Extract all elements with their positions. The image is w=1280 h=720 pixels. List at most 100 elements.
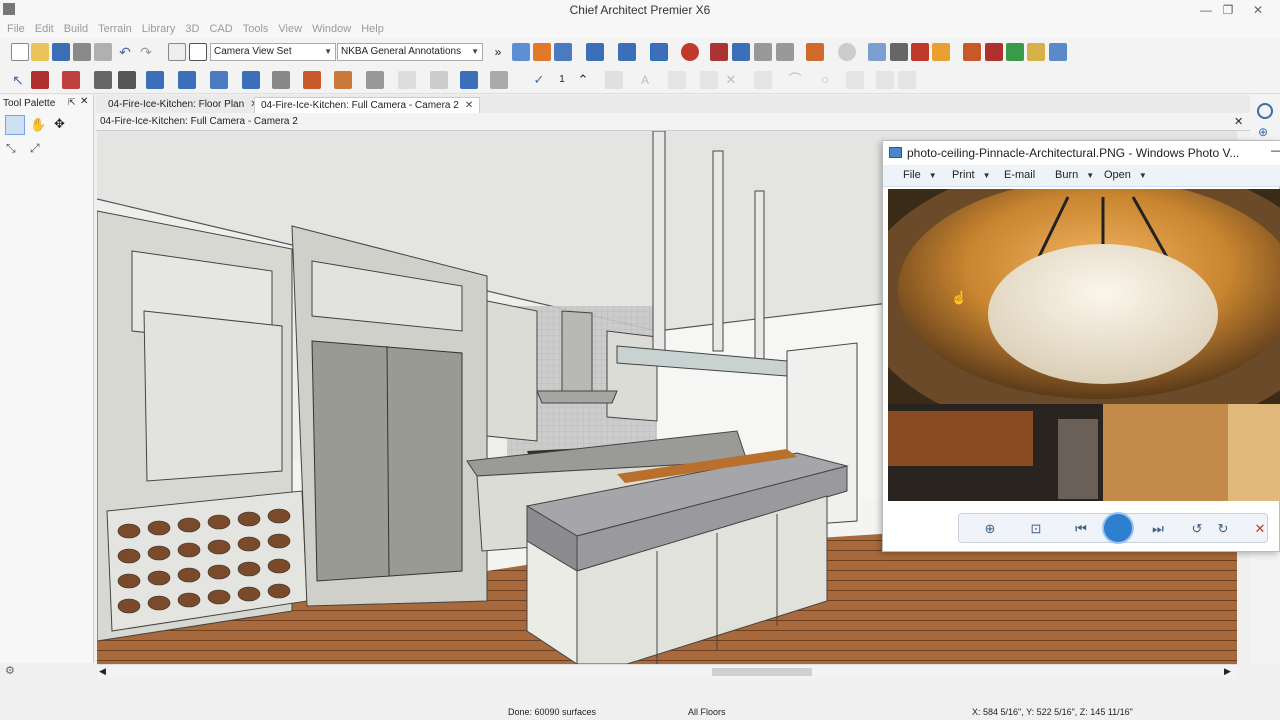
caret-up-icon[interactable]: ⌃ — [574, 71, 592, 89]
rotate-right-icon[interactable]: ↻ — [1214, 520, 1232, 538]
framing-tool-icon[interactable] — [242, 71, 260, 89]
close-button[interactable]: ✕ — [1246, 2, 1270, 18]
maximize-button[interactable]: ❐ — [1216, 2, 1240, 18]
group-select-icon[interactable]: ⤢ — [30, 141, 40, 156]
deck-tool-icon[interactable] — [334, 71, 352, 89]
next-icon[interactable]: ⏭ — [1149, 520, 1167, 538]
checkbox-icon[interactable] — [189, 43, 207, 61]
slideshow-button[interactable] — [1102, 512, 1134, 544]
select-objects-icon[interactable]: ↖ — [9, 71, 27, 89]
print-icon[interactable] — [73, 43, 91, 61]
previous-icon[interactable]: ⏮ — [1072, 520, 1090, 538]
material-sphere-icon[interactable] — [681, 43, 699, 61]
move-icon[interactable]: ✥ — [54, 116, 65, 132]
dimension-tool-icon[interactable] — [146, 71, 164, 89]
magnifier-icon[interactable] — [1257, 103, 1273, 119]
sun-icon[interactable] — [838, 43, 856, 61]
menu-view[interactable]: View — [273, 20, 307, 38]
pv-menu-burn[interactable]: Burn ▼ — [1055, 169, 1094, 181]
tool-icon-i[interactable] — [985, 43, 1003, 61]
menu-window[interactable]: Window — [307, 20, 356, 38]
connect-icon[interactable]: ⤡ — [6, 141, 16, 156]
menu-edit[interactable]: Edit — [30, 20, 59, 38]
tool-icon-k[interactable] — [1027, 43, 1045, 61]
toolbar-overflow-icon[interactable]: » — [489, 43, 507, 61]
settings-gear-icon[interactable]: ⚙ — [5, 664, 15, 677]
tab-floor-plan[interactable]: 04-Fire-Ice-Kitchen: Floor Plan✕ — [102, 97, 265, 113]
pv-menu-print[interactable]: Print ▼ — [952, 169, 991, 181]
roof-tool-icon[interactable] — [272, 71, 290, 89]
library-tool-icon[interactable] — [430, 71, 448, 89]
scroll-left-icon[interactable]: ◀ — [99, 666, 106, 677]
camera-icon[interactable] — [586, 43, 604, 61]
save-icon[interactable] — [52, 43, 70, 61]
menu-help[interactable]: Help — [356, 20, 389, 38]
door-tool-icon[interactable] — [118, 71, 136, 89]
menu-build[interactable]: Build — [59, 20, 93, 38]
tool-icon-e[interactable] — [868, 43, 886, 61]
photo-viewer-titlebar[interactable]: photo-ceiling-Pinnacle-Architectural.PNG… — [883, 141, 1280, 165]
tool-icon-g[interactable] — [911, 43, 929, 61]
number-one-icon[interactable]: 1 — [553, 71, 571, 89]
pitched-tool-icon[interactable] — [460, 71, 478, 89]
tool-icon-b[interactable] — [732, 43, 750, 61]
terrain-tool-icon[interactable] — [366, 71, 384, 89]
cabinet-tool-icon[interactable] — [62, 71, 80, 89]
menu-3d[interactable]: 3D — [180, 20, 204, 38]
shape-tool-icon[interactable] — [398, 71, 416, 89]
zoom-icon[interactable]: ⊕ — [981, 520, 999, 538]
new-plan-icon[interactable] — [11, 43, 29, 61]
annotation-set-select[interactable]: NKBA General Annotations ▼ — [337, 43, 483, 61]
photo-viewer-window[interactable]: photo-ceiling-Pinnacle-Architectural.PNG… — [882, 140, 1280, 552]
delete-icon[interactable]: ✕ — [1251, 520, 1269, 538]
home-icon[interactable] — [806, 43, 824, 61]
redo-icon[interactable]: ↷ — [137, 43, 155, 61]
pv-menu-open[interactable]: Open ▼ — [1104, 169, 1147, 181]
scroll-right-icon[interactable]: ▶ — [1224, 666, 1231, 677]
room-tool-icon[interactable] — [178, 71, 196, 89]
scrollbar-thumb[interactable] — [712, 668, 812, 676]
stairs-tool-icon[interactable] — [94, 71, 112, 89]
print-preview-icon[interactable] — [94, 43, 112, 61]
tool-icon-c[interactable] — [754, 43, 772, 61]
open-folder-icon[interactable] — [31, 43, 49, 61]
tool-icon-h[interactable] — [963, 43, 981, 61]
pv-menu-file[interactable]: File ▼ — [903, 169, 937, 181]
tool-icon-l[interactable] — [1049, 43, 1067, 61]
layer-set-icon[interactable] — [168, 43, 186, 61]
rotate-left-icon[interactable]: ↺ — [1188, 520, 1206, 538]
fixture-tool-icon[interactable] — [303, 71, 321, 89]
tool-icon-a[interactable] — [710, 43, 728, 61]
tab-full-camera[interactable]: 04-Fire-Ice-Kitchen: Full Camera - Camer… — [254, 97, 481, 113]
minimize-button[interactable]: — — [1194, 2, 1218, 18]
pv-menu-email[interactable]: E-mail — [1004, 169, 1035, 181]
camera-icon-2[interactable] — [618, 43, 636, 61]
text-tool-icon[interactable] — [490, 71, 508, 89]
select-tool-active-icon[interactable] — [650, 43, 668, 61]
select-tool-icon[interactable] — [5, 115, 25, 135]
pan-hand-icon[interactable]: ✋ — [30, 117, 46, 133]
undo-icon[interactable]: ↶ — [116, 43, 134, 61]
view-icon-3[interactable] — [554, 43, 572, 61]
zoom-in-icon[interactable]: ⊕ — [1258, 125, 1268, 139]
close-icon[interactable]: ✕ — [465, 100, 473, 111]
saved-plan-view-select[interactable]: Camera View Set ▼ — [210, 43, 336, 61]
view-icon-1[interactable] — [512, 43, 530, 61]
tool-icon-j[interactable] — [1006, 43, 1024, 61]
palette-close-icon[interactable]: ✕ — [80, 96, 88, 107]
tool-icon-d[interactable] — [776, 43, 794, 61]
menu-library[interactable]: Library — [137, 20, 181, 38]
photo-viewer-minimize-icon[interactable]: — — [1271, 143, 1280, 157]
checkmark-icon[interactable]: ✓ — [530, 71, 548, 89]
menu-tools[interactable]: Tools — [238, 20, 274, 38]
window-tool-icon[interactable] — [210, 71, 228, 89]
menu-file[interactable]: File — [0, 20, 30, 38]
tool-icon-f[interactable] — [890, 43, 908, 61]
pencil-icon[interactable] — [932, 43, 950, 61]
wall-tool-icon[interactable] — [31, 71, 49, 89]
actual-size-icon[interactable]: ⊡ — [1027, 520, 1045, 538]
photo-image[interactable] — [888, 189, 1280, 501]
view-close-icon[interactable]: ✕ — [1234, 115, 1243, 128]
view-icon-2[interactable] — [533, 43, 551, 61]
pin-icon[interactable]: ⇱ — [68, 97, 76, 108]
